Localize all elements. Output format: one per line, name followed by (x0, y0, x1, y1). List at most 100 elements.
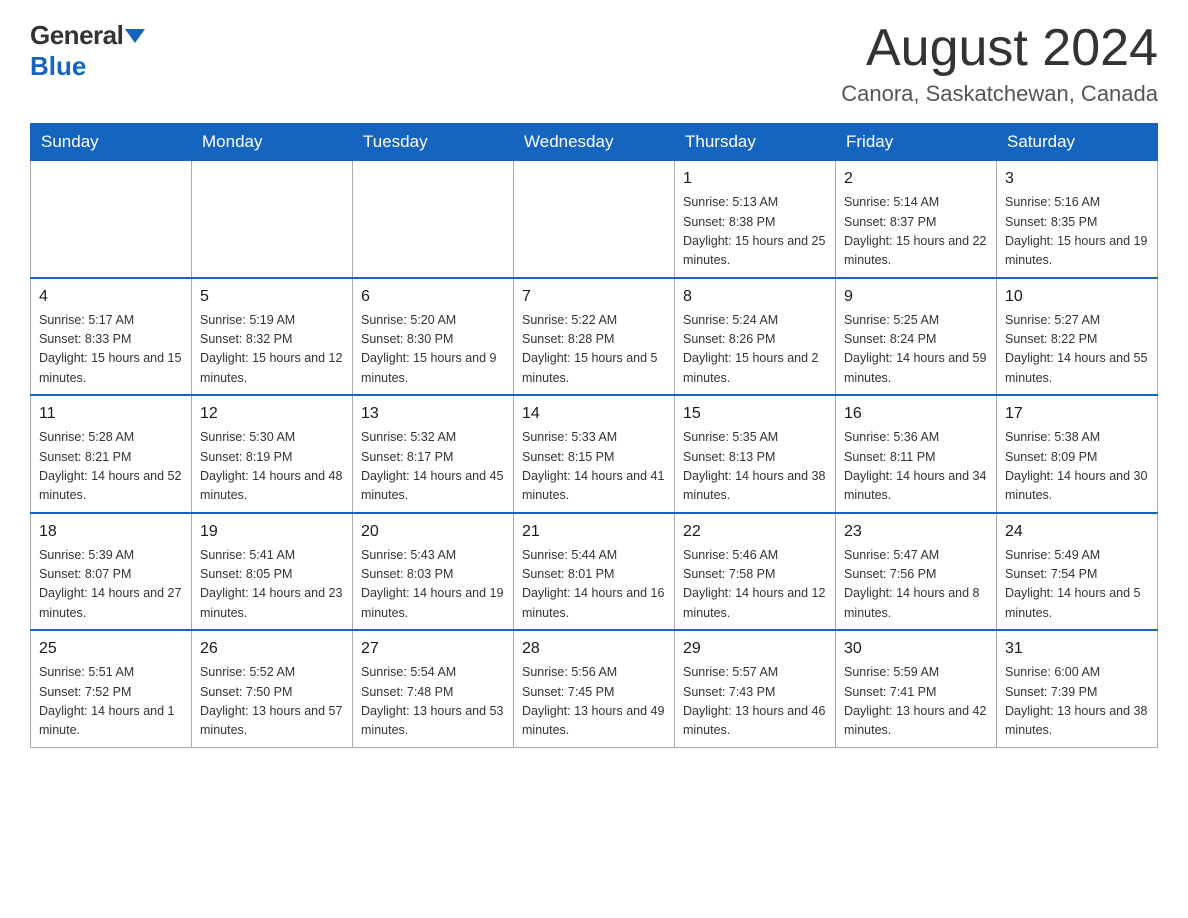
day-info: Sunrise: 5:32 AM Sunset: 8:17 PM Dayligh… (361, 428, 505, 506)
calendar-week-row: 1Sunrise: 5:13 AM Sunset: 8:38 PM Daylig… (31, 161, 1158, 278)
calendar-cell: 20Sunrise: 5:43 AM Sunset: 8:03 PM Dayli… (353, 513, 514, 631)
calendar-cell: 19Sunrise: 5:41 AM Sunset: 8:05 PM Dayli… (192, 513, 353, 631)
subtitle: Canora, Saskatchewan, Canada (841, 81, 1158, 107)
calendar-cell: 10Sunrise: 5:27 AM Sunset: 8:22 PM Dayli… (997, 278, 1158, 396)
calendar-cell: 22Sunrise: 5:46 AM Sunset: 7:58 PM Dayli… (675, 513, 836, 631)
day-number: 11 (39, 402, 183, 426)
calendar-header-row: SundayMondayTuesdayWednesdayThursdayFrid… (31, 124, 1158, 161)
day-number: 13 (361, 402, 505, 426)
calendar-cell (192, 161, 353, 278)
day-info: Sunrise: 5:46 AM Sunset: 7:58 PM Dayligh… (683, 546, 827, 624)
day-number: 28 (522, 637, 666, 661)
calendar-cell: 24Sunrise: 5:49 AM Sunset: 7:54 PM Dayli… (997, 513, 1158, 631)
day-number: 14 (522, 402, 666, 426)
calendar-cell (353, 161, 514, 278)
day-info: Sunrise: 5:56 AM Sunset: 7:45 PM Dayligh… (522, 663, 666, 741)
day-info: Sunrise: 5:57 AM Sunset: 7:43 PM Dayligh… (683, 663, 827, 741)
calendar-cell: 2Sunrise: 5:14 AM Sunset: 8:37 PM Daylig… (836, 161, 997, 278)
day-number: 4 (39, 285, 183, 309)
logo-general-text: General (30, 20, 123, 51)
main-title: August 2024 (841, 20, 1158, 77)
day-info: Sunrise: 5:38 AM Sunset: 8:09 PM Dayligh… (1005, 428, 1149, 506)
calendar-header-friday: Friday (836, 124, 997, 161)
day-number: 2 (844, 167, 988, 191)
day-number: 25 (39, 637, 183, 661)
day-info: Sunrise: 5:41 AM Sunset: 8:05 PM Dayligh… (200, 546, 344, 624)
calendar-cell: 4Sunrise: 5:17 AM Sunset: 8:33 PM Daylig… (31, 278, 192, 396)
day-info: Sunrise: 5:24 AM Sunset: 8:26 PM Dayligh… (683, 311, 827, 389)
calendar-cell: 28Sunrise: 5:56 AM Sunset: 7:45 PM Dayli… (514, 630, 675, 747)
day-info: Sunrise: 5:25 AM Sunset: 8:24 PM Dayligh… (844, 311, 988, 389)
calendar-cell: 3Sunrise: 5:16 AM Sunset: 8:35 PM Daylig… (997, 161, 1158, 278)
calendar-header-sunday: Sunday (31, 124, 192, 161)
calendar-cell: 7Sunrise: 5:22 AM Sunset: 8:28 PM Daylig… (514, 278, 675, 396)
day-number: 30 (844, 637, 988, 661)
calendar-header-tuesday: Tuesday (353, 124, 514, 161)
calendar-cell: 5Sunrise: 5:19 AM Sunset: 8:32 PM Daylig… (192, 278, 353, 396)
calendar-header-wednesday: Wednesday (514, 124, 675, 161)
calendar-cell: 12Sunrise: 5:30 AM Sunset: 8:19 PM Dayli… (192, 395, 353, 513)
day-info: Sunrise: 6:00 AM Sunset: 7:39 PM Dayligh… (1005, 663, 1149, 741)
day-info: Sunrise: 5:14 AM Sunset: 8:37 PM Dayligh… (844, 193, 988, 271)
day-info: Sunrise: 5:17 AM Sunset: 8:33 PM Dayligh… (39, 311, 183, 389)
calendar-week-row: 18Sunrise: 5:39 AM Sunset: 8:07 PM Dayli… (31, 513, 1158, 631)
day-number: 26 (200, 637, 344, 661)
day-info: Sunrise: 5:49 AM Sunset: 7:54 PM Dayligh… (1005, 546, 1149, 624)
day-number: 9 (844, 285, 988, 309)
calendar-cell: 1Sunrise: 5:13 AM Sunset: 8:38 PM Daylig… (675, 161, 836, 278)
calendar-cell: 27Sunrise: 5:54 AM Sunset: 7:48 PM Dayli… (353, 630, 514, 747)
calendar-cell: 17Sunrise: 5:38 AM Sunset: 8:09 PM Dayli… (997, 395, 1158, 513)
calendar-cell: 30Sunrise: 5:59 AM Sunset: 7:41 PM Dayli… (836, 630, 997, 747)
day-info: Sunrise: 5:52 AM Sunset: 7:50 PM Dayligh… (200, 663, 344, 741)
day-info: Sunrise: 5:35 AM Sunset: 8:13 PM Dayligh… (683, 428, 827, 506)
logo: General Blue (30, 20, 145, 82)
day-info: Sunrise: 5:19 AM Sunset: 8:32 PM Dayligh… (200, 311, 344, 389)
calendar-cell: 13Sunrise: 5:32 AM Sunset: 8:17 PM Dayli… (353, 395, 514, 513)
calendar-cell: 8Sunrise: 5:24 AM Sunset: 8:26 PM Daylig… (675, 278, 836, 396)
title-block: August 2024 Canora, Saskatchewan, Canada (841, 20, 1158, 107)
day-info: Sunrise: 5:33 AM Sunset: 8:15 PM Dayligh… (522, 428, 666, 506)
page-header: General Blue August 2024 Canora, Saskatc… (30, 20, 1158, 107)
calendar-header-monday: Monday (192, 124, 353, 161)
day-info: Sunrise: 5:30 AM Sunset: 8:19 PM Dayligh… (200, 428, 344, 506)
day-number: 21 (522, 520, 666, 544)
day-info: Sunrise: 5:47 AM Sunset: 7:56 PM Dayligh… (844, 546, 988, 624)
day-info: Sunrise: 5:27 AM Sunset: 8:22 PM Dayligh… (1005, 311, 1149, 389)
day-number: 17 (1005, 402, 1149, 426)
calendar-cell: 11Sunrise: 5:28 AM Sunset: 8:21 PM Dayli… (31, 395, 192, 513)
day-number: 23 (844, 520, 988, 544)
day-info: Sunrise: 5:51 AM Sunset: 7:52 PM Dayligh… (39, 663, 183, 741)
day-number: 16 (844, 402, 988, 426)
day-number: 12 (200, 402, 344, 426)
day-number: 27 (361, 637, 505, 661)
calendar-cell: 16Sunrise: 5:36 AM Sunset: 8:11 PM Dayli… (836, 395, 997, 513)
day-info: Sunrise: 5:44 AM Sunset: 8:01 PM Dayligh… (522, 546, 666, 624)
day-number: 6 (361, 285, 505, 309)
day-number: 15 (683, 402, 827, 426)
day-number: 31 (1005, 637, 1149, 661)
calendar-table: SundayMondayTuesdayWednesdayThursdayFrid… (30, 123, 1158, 748)
day-info: Sunrise: 5:43 AM Sunset: 8:03 PM Dayligh… (361, 546, 505, 624)
logo-triangle-icon (125, 29, 145, 43)
calendar-cell: 18Sunrise: 5:39 AM Sunset: 8:07 PM Dayli… (31, 513, 192, 631)
calendar-week-row: 4Sunrise: 5:17 AM Sunset: 8:33 PM Daylig… (31, 278, 1158, 396)
calendar-week-row: 25Sunrise: 5:51 AM Sunset: 7:52 PM Dayli… (31, 630, 1158, 747)
day-number: 19 (200, 520, 344, 544)
day-info: Sunrise: 5:28 AM Sunset: 8:21 PM Dayligh… (39, 428, 183, 506)
calendar-cell (31, 161, 192, 278)
day-number: 24 (1005, 520, 1149, 544)
calendar-cell: 14Sunrise: 5:33 AM Sunset: 8:15 PM Dayli… (514, 395, 675, 513)
day-number: 22 (683, 520, 827, 544)
calendar-cell (514, 161, 675, 278)
calendar-cell: 15Sunrise: 5:35 AM Sunset: 8:13 PM Dayli… (675, 395, 836, 513)
calendar-cell: 23Sunrise: 5:47 AM Sunset: 7:56 PM Dayli… (836, 513, 997, 631)
calendar-cell: 26Sunrise: 5:52 AM Sunset: 7:50 PM Dayli… (192, 630, 353, 747)
calendar-cell: 31Sunrise: 6:00 AM Sunset: 7:39 PM Dayli… (997, 630, 1158, 747)
logo-blue-text: Blue (30, 51, 86, 82)
day-number: 5 (200, 285, 344, 309)
day-info: Sunrise: 5:16 AM Sunset: 8:35 PM Dayligh… (1005, 193, 1149, 271)
day-number: 1 (683, 167, 827, 191)
day-info: Sunrise: 5:36 AM Sunset: 8:11 PM Dayligh… (844, 428, 988, 506)
day-number: 18 (39, 520, 183, 544)
calendar-cell: 29Sunrise: 5:57 AM Sunset: 7:43 PM Dayli… (675, 630, 836, 747)
